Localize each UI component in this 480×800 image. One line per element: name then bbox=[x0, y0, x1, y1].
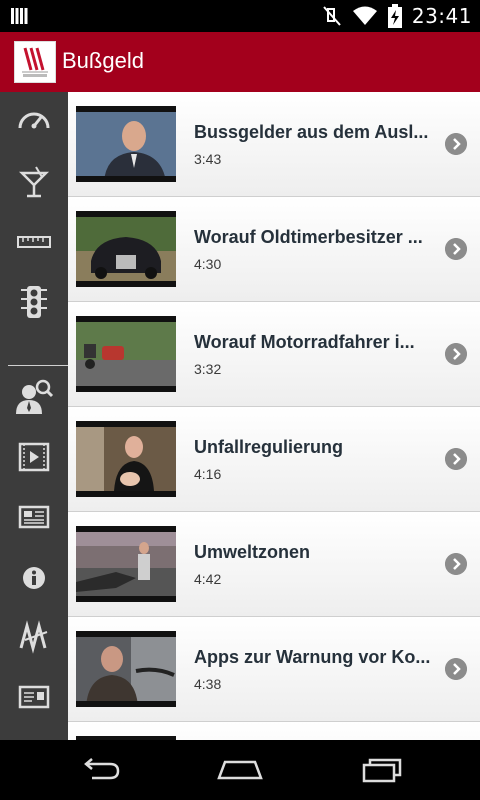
battery-charging-icon bbox=[387, 4, 402, 28]
sidebar-item-lawyer-search[interactable] bbox=[0, 369, 68, 425]
page-title: Bußgeld bbox=[62, 48, 144, 73]
sidebar-item-distance[interactable] bbox=[0, 214, 68, 270]
brand-logo-icon bbox=[19, 620, 48, 654]
video-list-item[interactable]: Bussgelder aus dem Ausl... 3:43 bbox=[68, 92, 480, 197]
video-thumbnail bbox=[76, 421, 176, 497]
video-duration: 3:43 bbox=[194, 151, 222, 167]
video-list-item[interactable]: Worauf Oldtimerbesitzer ... 4:30 bbox=[68, 197, 480, 302]
info-icon bbox=[23, 567, 45, 589]
traffic-light-icon bbox=[21, 286, 47, 318]
video-duration: 4:42 bbox=[194, 571, 222, 587]
lawyer-search-icon bbox=[16, 379, 54, 414]
chevron-right-icon[interactable] bbox=[445, 238, 467, 260]
chevron-right-icon[interactable] bbox=[445, 133, 467, 155]
recent-apps-icon bbox=[362, 758, 402, 783]
video-duration: 4:38 bbox=[194, 676, 222, 692]
video-title: Umweltzonen bbox=[194, 542, 311, 562]
chevron-right-icon[interactable] bbox=[445, 343, 467, 365]
status-bar: 23:41 bbox=[0, 0, 480, 32]
sidebar-item-brand[interactable] bbox=[0, 609, 68, 665]
home-icon bbox=[217, 760, 263, 780]
mute-icon bbox=[323, 6, 341, 26]
back-button[interactable] bbox=[70, 750, 130, 790]
sidebar-item-alcohol[interactable] bbox=[0, 155, 68, 211]
speedometer-icon bbox=[18, 112, 50, 129]
video-list-item[interactable]: Unfallregulierung 4:16 bbox=[68, 407, 480, 512]
home-button[interactable] bbox=[210, 750, 270, 790]
video-icon bbox=[18, 442, 50, 472]
sidebar-item-videos[interactable] bbox=[0, 429, 68, 485]
video-duration: 3:32 bbox=[194, 361, 222, 377]
sidebar-item-news[interactable] bbox=[0, 489, 68, 545]
sidebar bbox=[0, 92, 68, 740]
video-thumbnail bbox=[76, 631, 176, 707]
video-duration: 4:16 bbox=[194, 466, 222, 482]
back-icon bbox=[84, 758, 120, 780]
video-list-item[interactable]: Apps zur Warnung vor Ko... 4:38 bbox=[68, 617, 480, 722]
chevron-right-icon[interactable] bbox=[445, 658, 467, 680]
wifi-icon bbox=[352, 6, 377, 25]
video-list: Bussgelder aus dem Ausl... 3:43 Worauf O… bbox=[68, 92, 480, 740]
cocktail-icon bbox=[18, 166, 50, 198]
newspaper-icon bbox=[18, 505, 50, 529]
video-thumbnail bbox=[76, 526, 176, 602]
chevron-right-icon[interactable] bbox=[445, 553, 467, 575]
contact-card-icon bbox=[18, 685, 50, 709]
chevron-right-icon[interactable] bbox=[445, 448, 467, 470]
notification-icon bbox=[11, 8, 28, 24]
video-thumbnail bbox=[76, 106, 176, 182]
video-thumbnail bbox=[76, 316, 176, 392]
sidebar-item-speed[interactable] bbox=[0, 94, 68, 150]
video-title: Unfallregulierung bbox=[194, 437, 344, 457]
ruler-icon bbox=[17, 236, 51, 248]
recent-apps-button[interactable] bbox=[352, 750, 412, 790]
system-nav-bar bbox=[0, 740, 480, 800]
sidebar-item-info[interactable] bbox=[0, 550, 68, 606]
sidebar-item-traffic-light[interactable] bbox=[0, 274, 68, 330]
video-list-item[interactable]: Worauf Motorradfahrer i... 3:32 bbox=[68, 302, 480, 407]
sidebar-item-contact[interactable] bbox=[0, 669, 68, 725]
clock: 23:41 bbox=[411, 4, 472, 28]
video-title: Bussgelder aus dem Ausl... bbox=[194, 122, 429, 142]
video-title: Apps zur Warnung vor Ko... bbox=[194, 647, 431, 667]
sidebar-divider bbox=[8, 365, 68, 366]
video-list-item-partial[interactable] bbox=[68, 722, 480, 740]
action-bar: Bußgeld bbox=[0, 32, 480, 92]
video-title: Worauf Motorradfahrer i... bbox=[194, 332, 415, 352]
video-duration: 4:30 bbox=[194, 256, 222, 272]
video-list-item[interactable]: Umweltzonen 4:42 bbox=[68, 512, 480, 617]
app-logo[interactable] bbox=[14, 41, 56, 83]
video-title: Worauf Oldtimerbesitzer ... bbox=[194, 227, 423, 247]
video-thumbnail bbox=[76, 211, 176, 287]
